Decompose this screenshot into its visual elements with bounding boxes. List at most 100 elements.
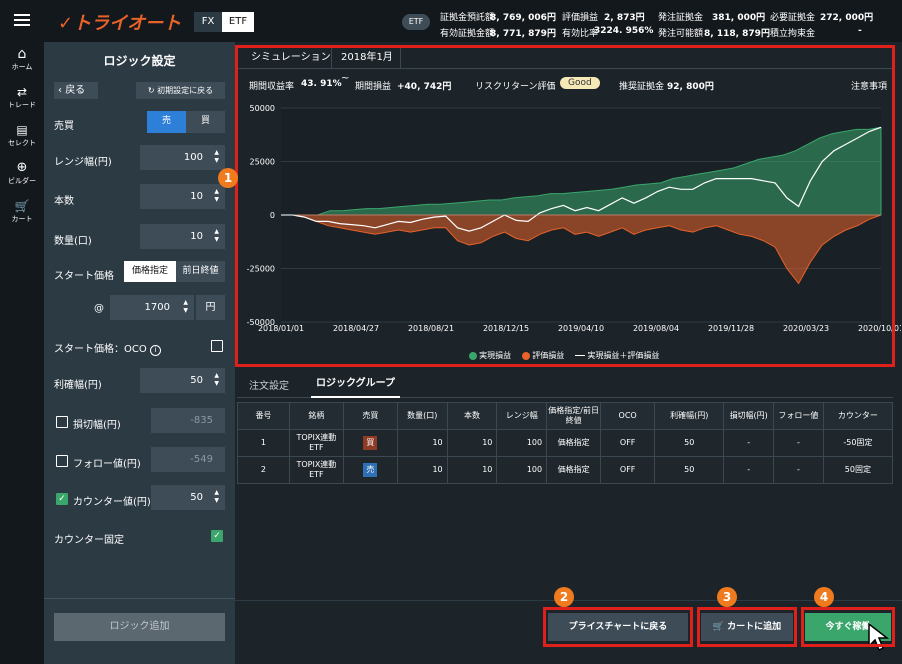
logo-mark-icon: ✓ (58, 13, 74, 34)
stat-label: 発注可能額 (658, 29, 704, 39)
rail-item-cart[interactable]: 🛒 カート (0, 198, 44, 232)
highlight-chart (235, 45, 895, 367)
col-header: 利確幅(円) (654, 402, 725, 430)
highlight-price-chart (543, 607, 693, 647)
cell: - (773, 456, 824, 484)
cell: 10 (446, 456, 498, 484)
annotation-3: 3 (717, 587, 737, 607)
tab-etf[interactable]: ETF (222, 12, 254, 32)
cell: 2 (237, 456, 290, 484)
highlight-order-now (801, 607, 895, 647)
take-profit-input[interactable]: 50 ▲ ▼ (140, 368, 225, 393)
counter-fixed-checkbox[interactable]: ✓ (211, 530, 223, 542)
cell: 価格指定 (546, 456, 602, 484)
cell: 10 (446, 429, 498, 457)
start-price-prev-close-button[interactable]: 前日終値 (176, 261, 225, 282)
table-row[interactable]: 1 TOPIX連動ETF 買 10 10 100 価格指定 OFF 50 - -… (237, 429, 894, 457)
sell-button[interactable]: 売 (147, 111, 186, 133)
price-input[interactable]: 1700 ▲ ▼ (110, 295, 194, 320)
cell: 50固定 (822, 456, 894, 484)
stepper-icon[interactable]: ▲ ▼ (214, 489, 219, 505)
cell: 50 (654, 429, 725, 457)
col-header: 売買 (342, 402, 398, 430)
counter-input[interactable]: 50 ▲ ▼ (151, 485, 225, 510)
stat-value: 3224. 956% (594, 26, 654, 36)
home-icon: ⌂ (17, 46, 27, 62)
take-profit-value: 50 (190, 375, 203, 386)
col-header: 銘柄 (288, 402, 344, 430)
reset-icon: ↻ (147, 86, 158, 95)
rail-label: トレード (8, 101, 36, 109)
table-row[interactable]: 2 TOPIX連動ETF 売 10 10 100 価格指定 OFF 50 - -… (237, 456, 894, 484)
stat-label: 必要証拠金 (770, 13, 816, 23)
top-bar: ✓トライオート FX ETF ETF 証拠金預託額 8, 769, 006円 評… (0, 0, 902, 42)
info-icon[interactable]: i (149, 345, 161, 356)
trade-icon: ⇄ (16, 85, 28, 99)
take-profit-label: 利確幅(円) (54, 380, 102, 391)
rail-item-trade[interactable]: ⇄ トレード (0, 84, 44, 118)
stat-label: 証拠金預託額 (440, 13, 495, 23)
rail-item-home[interactable]: ⌂ ホーム (0, 46, 44, 80)
rail-item-builder[interactable]: ⊕ ビルダー (0, 160, 44, 194)
oco-checkbox[interactable] (211, 340, 223, 352)
stepper-icon[interactable]: ▲ ▼ (183, 299, 188, 315)
logo: ✓トライオート (58, 13, 182, 34)
cell: OFF (600, 456, 656, 484)
cart-icon: 🛒 (14, 199, 30, 213)
app-window: ✓トライオート FX ETF ETF 証拠金預託額 8, 769, 006円 評… (0, 0, 902, 664)
col-header: フォロー値 (773, 402, 824, 430)
counter-checkbox[interactable]: ✓ (56, 493, 68, 505)
col-header: 損切幅(円) (723, 402, 775, 430)
cell: 50 (654, 456, 725, 484)
logic-group-table: 番号 銘柄 売買 数量(口) 本数 レンジ幅 価格指定/前日終値 OCO 利確幅… (237, 402, 894, 484)
stepper-icon[interactable]: ▲ ▼ (214, 188, 219, 204)
counter-label: カウンター値(円) (73, 497, 151, 508)
sell-badge: 売 (363, 463, 378, 477)
start-price-specified-button[interactable]: 価格指定 (124, 261, 176, 282)
follow-input[interactable]: -549 (151, 447, 225, 472)
stepper-icon[interactable]: ▲ ▼ (214, 372, 219, 388)
stat-label: 積立拘束金 (770, 29, 816, 39)
oco-label: スタート価格：OCO i (54, 340, 161, 356)
reset-button[interactable]: ↻ 初期設定に戻る (136, 82, 225, 99)
tab-fx[interactable]: FX (194, 12, 222, 32)
range-input[interactable]: 100 ▲ ▼ (140, 145, 225, 170)
stepper-icon[interactable]: ▲ ▼ (214, 149, 219, 165)
stat-value: 272, 000円 (820, 13, 874, 23)
select-icon: ▤ (16, 123, 28, 137)
tab-order-settings[interactable]: 注文設定 (249, 377, 289, 392)
count-input[interactable]: 10 ▲ ▼ (140, 184, 225, 209)
cell: - (773, 429, 824, 457)
add-logic-button[interactable]: ロジック追加 (54, 613, 225, 641)
cell: 10 (396, 429, 448, 457)
stepper-icon[interactable]: ▲ ▼ (214, 228, 219, 244)
col-header: 価格指定/前日終値 (546, 402, 602, 430)
cell: OFF (600, 429, 656, 457)
tab-logic-group[interactable]: ロジックグループ (311, 369, 400, 398)
counter-fixed-label: カウンター固定 (54, 535, 124, 546)
count-label: 本数 (54, 196, 74, 207)
start-price-label: スタート価格 (54, 271, 114, 282)
nav-rail: ⌂ ホーム ⇄ トレード ▤ セレクト ⊕ ビルダー 🛒 カート (0, 42, 44, 664)
qty-label: 数量(口) (54, 236, 92, 247)
stat-value: 8, 769, 006円 (490, 13, 556, 23)
menu-icon[interactable] (14, 14, 30, 26)
rail-label: ホーム (11, 63, 33, 71)
follow-checkbox[interactable] (56, 455, 68, 467)
back-button[interactable]: ‹ 戻る (54, 82, 98, 99)
stop-loss-input[interactable]: -835 (151, 408, 225, 433)
cell: -50固定 (822, 429, 894, 457)
count-value: 10 (190, 191, 203, 202)
rail-item-select[interactable]: ▤ セレクト (0, 122, 44, 156)
annotation-4: 4 (814, 587, 834, 607)
stop-loss-checkbox[interactable] (56, 416, 68, 428)
logic-settings-panel: ロジック設定 ‹ 戻る ↻ 初期設定に戻る 売買 売 買 レンジ幅(円) 100… (44, 42, 235, 664)
panel-divider (44, 598, 235, 599)
table-header: 番号 銘柄 売買 数量(口) 本数 レンジ幅 価格指定/前日終値 OCO 利確幅… (237, 402, 894, 430)
panel-title: ロジック設定 (103, 54, 176, 68)
qty-input[interactable]: 10 ▲ ▼ (140, 224, 225, 249)
cell: TOPIX連動ETF (288, 429, 344, 457)
col-header: 本数 (446, 402, 498, 430)
stat-value: 8, 118, 879円 (704, 29, 770, 39)
buy-button[interactable]: 買 (186, 111, 225, 133)
